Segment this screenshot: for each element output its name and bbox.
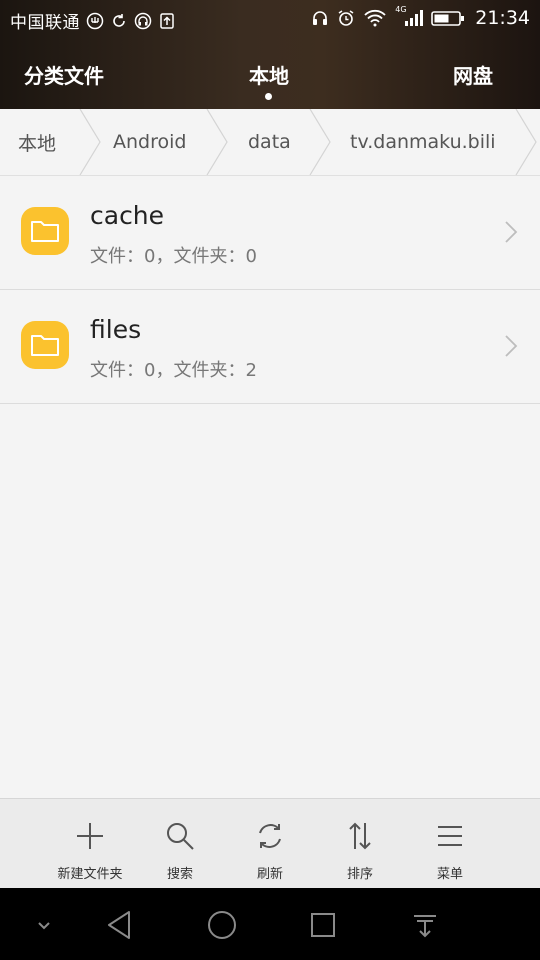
alarm-icon (337, 9, 355, 27)
battery-icon (431, 9, 465, 27)
clock: 21:34 (475, 7, 530, 29)
file-name: files (90, 315, 142, 344)
menu-label: 菜单 (436, 867, 463, 882)
breadcrumb-separator-icon (78, 109, 102, 175)
carrier-label: 中国联通 (10, 13, 80, 33)
chevron-right-icon (504, 334, 518, 358)
back-triangle-icon (108, 911, 130, 939)
recents-square-icon (311, 913, 335, 937)
tab-local[interactable]: 本地 (249, 60, 289, 89)
tab-categories[interactable]: 分类文件 (24, 60, 104, 89)
home-circle-icon (208, 911, 236, 939)
chevron-right-icon (504, 220, 518, 244)
back-button[interactable] (103, 908, 137, 942)
sync-icon (110, 12, 128, 30)
list-item-cache[interactable]: cache 文件：0，文件夹：0 (0, 176, 540, 290)
menu-icon (438, 826, 462, 846)
sort-button[interactable]: 排序 (315, 799, 405, 889)
breadcrumb: 本地 Android data tv.danmaku.bili (0, 109, 540, 176)
breadcrumb-item-android[interactable]: Android (113, 109, 186, 175)
status-bar: 中国联通 4G 21:34 (0, 0, 540, 38)
wifi-icon (363, 9, 387, 27)
recents-button[interactable] (306, 908, 340, 942)
upload-icon (158, 12, 176, 30)
network-label: 4G (395, 5, 407, 14)
breadcrumb-item-package[interactable]: tv.danmaku.bili (350, 109, 496, 175)
refresh-button[interactable]: 刷新 (225, 799, 315, 889)
file-meta: 文件：0，文件夹：2 (90, 360, 257, 381)
bottom-toolbar: 新建文件夹 搜索 刷新 排序 菜单 (0, 798, 540, 889)
search-button[interactable]: 搜索 (135, 799, 225, 889)
headset-notification-icon (134, 12, 152, 30)
sort-label: 排序 (346, 867, 373, 882)
signal-4g-icon: 4G (395, 5, 424, 27)
hide-navbar-button[interactable] (27, 908, 61, 942)
breadcrumb-separator-icon (308, 109, 332, 175)
refresh-icon (259, 824, 281, 848)
tab-cloud-drive[interactable]: 网盘 (453, 60, 493, 89)
breadcrumb-item-local[interactable]: 本地 (18, 109, 56, 175)
file-meta: 文件：0，文件夹：0 (90, 246, 257, 267)
new-folder-label: 新建文件夹 (57, 867, 123, 882)
breadcrumb-item-data[interactable]: data (248, 109, 291, 175)
home-button[interactable] (205, 908, 239, 942)
search-icon (167, 823, 194, 850)
usb-icon (86, 12, 104, 30)
breadcrumb-separator-icon (514, 109, 538, 175)
folder-icon (21, 207, 69, 255)
new-folder-button[interactable]: 新建文件夹 (45, 799, 135, 889)
plus-icon (77, 823, 103, 849)
app-header: 中国联通 4G 21:34 分类文件 本地 网盘 (0, 0, 540, 109)
refresh-label: 刷新 (256, 867, 283, 882)
file-name: cache (90, 201, 165, 230)
headphones-icon (311, 9, 329, 27)
list-item-files[interactable]: files 文件：0，文件夹：2 (0, 290, 540, 404)
active-tab-indicator (265, 93, 272, 100)
status-right: 4G 21:34 (311, 5, 530, 29)
notification-pulldown-button[interactable] (408, 908, 442, 942)
folder-icon (21, 321, 69, 369)
sort-icon (349, 822, 371, 850)
breadcrumb-separator-icon (205, 109, 229, 175)
chevron-down-icon (38, 922, 50, 930)
menu-button[interactable]: 菜单 (405, 799, 495, 889)
search-label: 搜索 (166, 867, 193, 882)
pulldown-icon (414, 915, 436, 938)
status-left: 中国联通 (10, 8, 176, 33)
system-nav-bar (0, 888, 540, 960)
